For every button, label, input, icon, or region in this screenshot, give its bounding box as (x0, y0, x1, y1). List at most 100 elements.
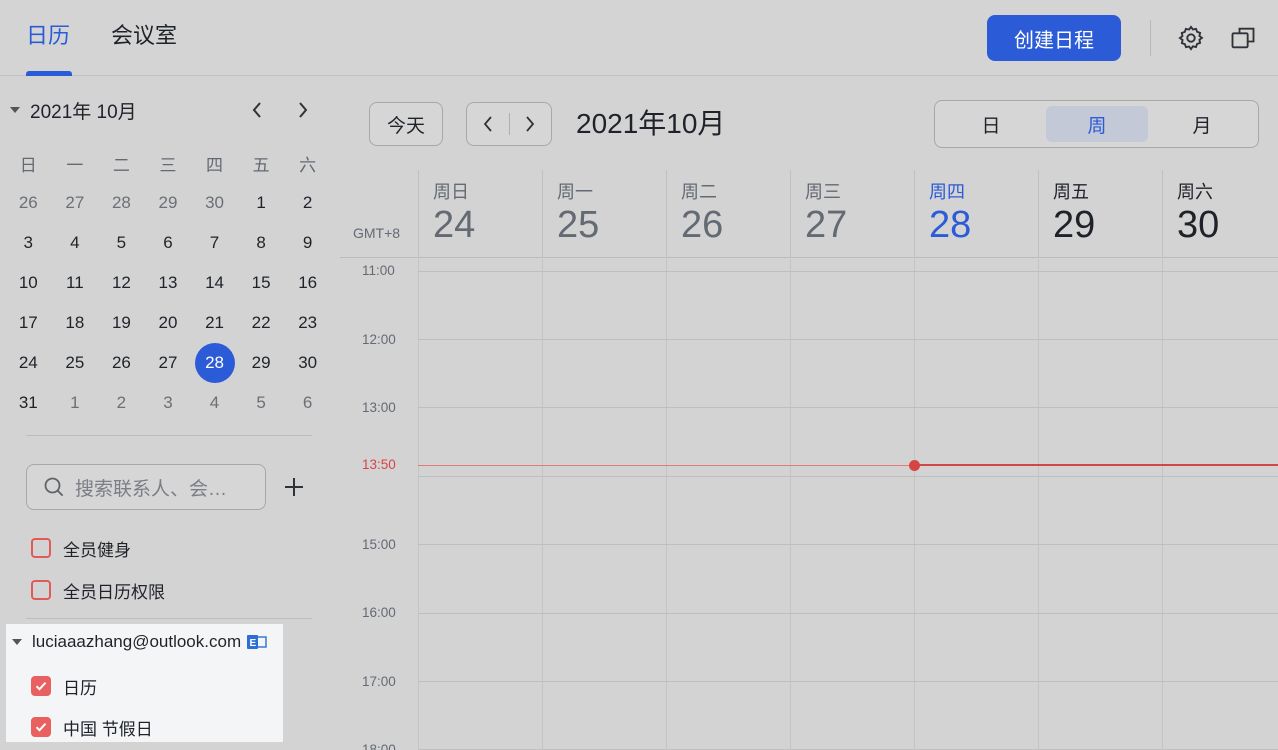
create-event-button[interactable]: 创建日程 (987, 15, 1121, 61)
day-cell[interactable]: 3 (5, 223, 52, 263)
day-cell[interactable]: 18 (52, 303, 99, 343)
calendar-checkbox[interactable] (31, 676, 51, 696)
day-cell[interactable]: 14 (191, 263, 238, 303)
day-cell[interactable]: 13 (145, 263, 192, 303)
day-cell[interactable]: 20 (145, 303, 192, 343)
search-input[interactable]: 搜索联系人、会… (26, 464, 266, 510)
day-cell[interactable]: 26 (98, 343, 145, 383)
day-cell[interactable]: 3 (145, 383, 192, 423)
tab-meeting-room[interactable]: 会议室 (111, 20, 177, 52)
day-cell-selected[interactable]: 28 (191, 343, 238, 383)
day-cell[interactable]: 11 (52, 263, 99, 303)
day-column-header[interactable]: 周六 30 (1162, 170, 1278, 258)
tab-calendar[interactable]: 日历 (26, 20, 70, 52)
day-cell[interactable]: 6 (284, 383, 331, 423)
calendar-checkbox[interactable] (31, 717, 51, 737)
day-cell[interactable]: 30 (191, 183, 238, 223)
day-cell[interactable]: 1 (238, 183, 285, 223)
day-cell[interactable]: 12 (98, 263, 145, 303)
current-time-line-today (914, 464, 1278, 466)
calendar-item[interactable]: 日历 (31, 673, 97, 699)
today-button[interactable]: 今天 (369, 102, 443, 146)
time-grid[interactable]: 11:00 12:00 13:00 13:50 15:00 16:00 17:0… (340, 259, 1278, 750)
next-month-button[interactable] (291, 97, 315, 123)
day-number: 24 (433, 204, 476, 246)
calendar-item[interactable]: 中国 节假日 (31, 714, 153, 740)
day-cell[interactable]: 25 (52, 343, 99, 383)
calendar-checkbox[interactable] (31, 538, 51, 558)
day-column-header[interactable]: 周二 26 (666, 170, 790, 258)
calendar-item[interactable]: 全员健身 (31, 535, 131, 561)
check-icon (35, 682, 47, 691)
day-column-header[interactable]: 周五 29 (1038, 170, 1162, 258)
day-cell[interactable]: 29 (145, 183, 192, 223)
day-cell[interactable]: 2 (98, 383, 145, 423)
view-week-option[interactable]: 周 (1046, 106, 1148, 142)
day-column-header[interactable]: 周一 25 (542, 170, 666, 258)
day-column-header[interactable]: 周日 24 (418, 170, 542, 258)
day-cell[interactable]: 21 (191, 303, 238, 343)
day-cell[interactable]: 27 (145, 343, 192, 383)
day-number: 25 (557, 204, 600, 246)
day-cell[interactable]: 9 (284, 223, 331, 263)
gear-icon[interactable] (1175, 22, 1207, 54)
calendar-item[interactable]: 全员日历权限 (31, 577, 165, 603)
sidebar: 2021年 10月 日 一 二 三 四 五 六 26 27 28 29 30 1… (0, 77, 340, 750)
hour-line (418, 681, 1278, 682)
view-day-option[interactable]: 日 (940, 106, 1042, 142)
day-cell[interactable]: 28 (98, 183, 145, 223)
prev-week-button[interactable] (467, 103, 509, 145)
day-cell[interactable]: 24 (5, 343, 52, 383)
day-cell[interactable]: 15 (238, 263, 285, 303)
check-icon (35, 723, 47, 732)
chevron-right-icon (526, 116, 535, 132)
account-header[interactable]: luciaaazhang@outlook.com E (12, 632, 267, 652)
day-of-week: 周六 (1177, 182, 1213, 202)
day-cell[interactable]: 17 (5, 303, 52, 343)
day-cell[interactable]: 4 (52, 223, 99, 263)
caret-down-icon (10, 107, 20, 113)
next-week-button[interactable] (509, 103, 551, 145)
day-cell[interactable]: 6 (145, 223, 192, 263)
prev-month-button[interactable] (245, 97, 269, 123)
day-number: 29 (1053, 204, 1096, 246)
window-icon[interactable] (1227, 22, 1259, 54)
day-cell[interactable]: 23 (284, 303, 331, 343)
day-cell[interactable]: 16 (284, 263, 331, 303)
day-cell[interactable]: 4 (191, 383, 238, 423)
day-divider (1162, 259, 1163, 750)
week-row: 24 25 26 27 28 29 30 (5, 343, 331, 383)
day-cell[interactable]: 1 (52, 383, 99, 423)
day-column-header-today[interactable]: 周四 28 (914, 170, 1038, 258)
hour-line (418, 271, 1278, 272)
day-cell[interactable]: 26 (5, 183, 52, 223)
hour-line (418, 339, 1278, 340)
calendar-checkbox[interactable] (31, 580, 51, 600)
day-cell[interactable]: 10 (5, 263, 52, 303)
mini-calendar-header[interactable]: 2021年 10月 (10, 97, 137, 123)
day-cell[interactable]: 8 (238, 223, 285, 263)
week-view: 今天 2021年10月 日 周 月 GMT+8 周日 24 周一 25 周二 2… (340, 77, 1278, 750)
day-cell[interactable]: 5 (238, 383, 285, 423)
day-of-week: 周三 (805, 182, 841, 202)
day-number: 26 (681, 204, 724, 246)
view-month-option[interactable]: 月 (1151, 106, 1253, 142)
current-time-dot (909, 460, 920, 471)
day-cell[interactable]: 31 (5, 383, 52, 423)
week-row: 3 4 5 6 7 8 9 (5, 223, 331, 263)
day-cell[interactable]: 22 (238, 303, 285, 343)
day-cell[interactable]: 29 (238, 343, 285, 383)
day-cell[interactable]: 27 (52, 183, 99, 223)
day-column-header[interactable]: 周三 27 (790, 170, 914, 258)
week-header: GMT+8 周日 24 周一 25 周二 26 周三 27 周四 28 周五 2… (340, 170, 1278, 258)
chevron-left-icon (252, 102, 261, 118)
day-cell[interactable]: 5 (98, 223, 145, 263)
view-switcher: 日 周 月 (934, 100, 1259, 148)
weekday-label: 六 (299, 155, 317, 175)
day-cell[interactable]: 2 (284, 183, 331, 223)
day-cell[interactable]: 7 (191, 223, 238, 263)
day-cell[interactable]: 19 (98, 303, 145, 343)
add-calendar-button[interactable] (282, 475, 306, 499)
day-cell[interactable]: 30 (284, 343, 331, 383)
week-row: 17 18 19 20 21 22 23 (5, 303, 331, 343)
